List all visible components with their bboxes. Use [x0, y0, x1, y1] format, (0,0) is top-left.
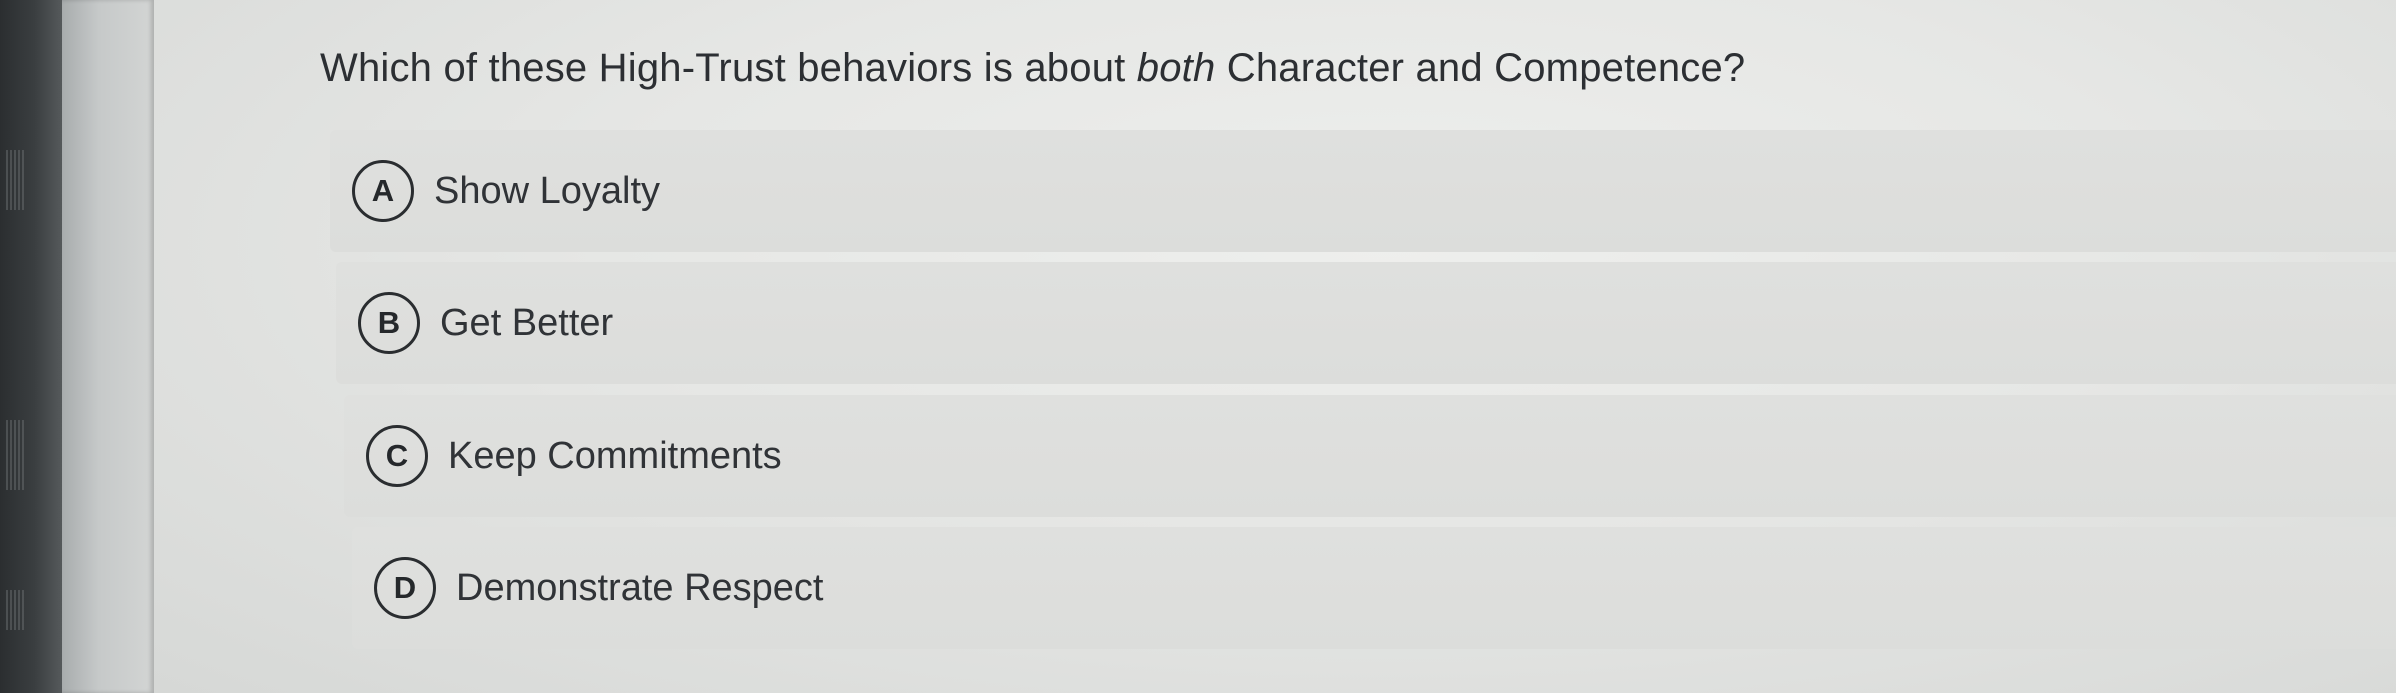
answer-option-c[interactable]: C Keep Commitments: [344, 395, 2396, 517]
answer-option-a[interactable]: A Show Loyalty: [330, 130, 2396, 252]
option-letter-badge: C: [366, 425, 428, 487]
question-suffix: Character and Competence?: [1215, 46, 1746, 90]
option-letter-badge: B: [358, 292, 420, 354]
left-panel-edge: [62, 0, 154, 693]
option-label: Keep Commitments: [448, 434, 782, 477]
option-label: Demonstrate Respect: [456, 566, 824, 609]
option-letter-badge: D: [374, 557, 436, 619]
question-emphasis: both: [1136, 46, 1216, 90]
bezel-texture: [6, 420, 26, 490]
option-letter-badge: A: [352, 160, 414, 222]
monitor-bezel: [0, 0, 62, 693]
option-label: Show Loyalty: [434, 169, 661, 212]
bezel-texture: [6, 150, 26, 210]
bezel-texture: [6, 590, 26, 630]
question-prefix: Which of these High-Trust behaviors is a…: [320, 46, 1137, 90]
question-text: Which of these High-Trust behaviors is a…: [320, 46, 1745, 91]
option-label: Get Better: [440, 301, 614, 344]
answer-option-d[interactable]: D Demonstrate Respect: [352, 527, 2396, 649]
answer-option-b[interactable]: B Get Better: [336, 262, 2396, 384]
